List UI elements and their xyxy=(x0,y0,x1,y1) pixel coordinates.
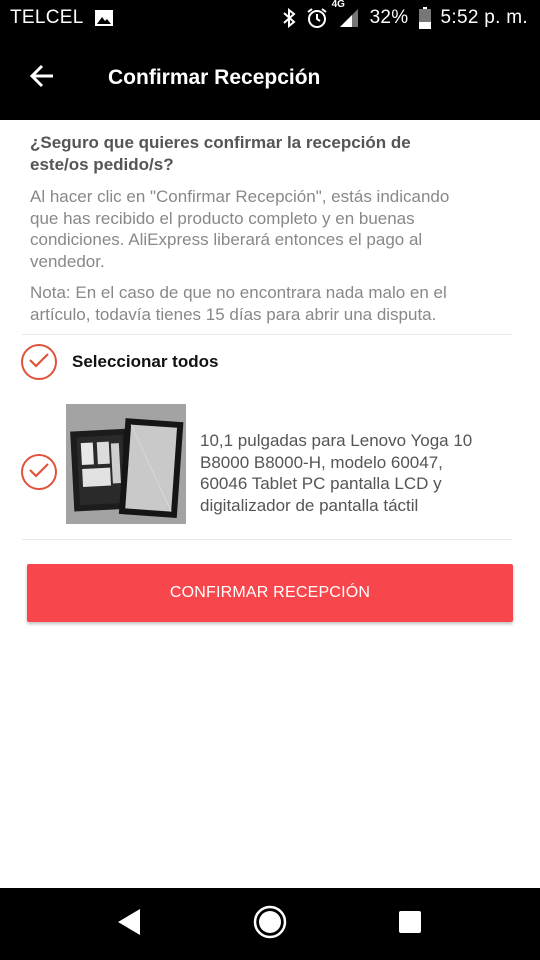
dispute-note: Nota: En el caso de que no encontrara na… xyxy=(30,283,447,324)
product-title[interactable]: 10,1 pulgadas para Lenovo Yoga 10 B8000 … xyxy=(200,430,490,516)
back-arrow-icon xyxy=(29,64,55,93)
clock-label: 5:52 p. m. xyxy=(440,7,528,28)
select-all-checkbox[interactable] xyxy=(21,344,57,380)
battery-icon xyxy=(418,7,431,29)
battery-label: 32% xyxy=(369,7,409,28)
image-icon xyxy=(94,9,114,27)
back-triangle-icon xyxy=(116,907,144,942)
nav-back-button[interactable] xyxy=(100,894,160,954)
confirm-receipt-button[interactable]: CONFIRMAR RECEPCIÓN xyxy=(27,564,513,622)
app-bar: Confirmar Recepción xyxy=(0,36,540,120)
system-nav-bar xyxy=(0,888,540,960)
bluetooth-icon xyxy=(282,8,296,28)
page-title: Confirmar Recepción xyxy=(108,66,321,89)
nav-recents-button[interactable] xyxy=(380,894,440,954)
product-image[interactable] xyxy=(66,404,186,524)
back-button[interactable] xyxy=(0,36,84,120)
product-checkbox[interactable] xyxy=(21,454,57,490)
nav-home-button[interactable] xyxy=(240,894,300,954)
recents-square-icon xyxy=(398,910,422,939)
signal-icon: 4G xyxy=(332,0,360,29)
alarm-icon xyxy=(306,7,328,29)
checkmark-icon xyxy=(28,461,50,484)
confirmation-question: ¿Seguro que quieres confirmar la recepci… xyxy=(30,133,411,174)
home-circle-icon xyxy=(253,905,287,944)
divider xyxy=(22,539,512,540)
carrier-label: TELCEL xyxy=(10,7,84,28)
status-bar: TELCEL 4G 32% 5:52 p. m. xyxy=(0,0,540,36)
network-label: 4G xyxy=(331,0,345,10)
checkmark-icon xyxy=(28,351,50,374)
confirm-receipt-panel: ¿Seguro que quieres confirmar la recepci… xyxy=(0,120,540,888)
confirmation-info: Al hacer clic en "Confirmar Recepción", … xyxy=(30,187,450,271)
divider xyxy=(22,334,512,335)
select-all-label: Seleccionar todos xyxy=(72,352,219,371)
